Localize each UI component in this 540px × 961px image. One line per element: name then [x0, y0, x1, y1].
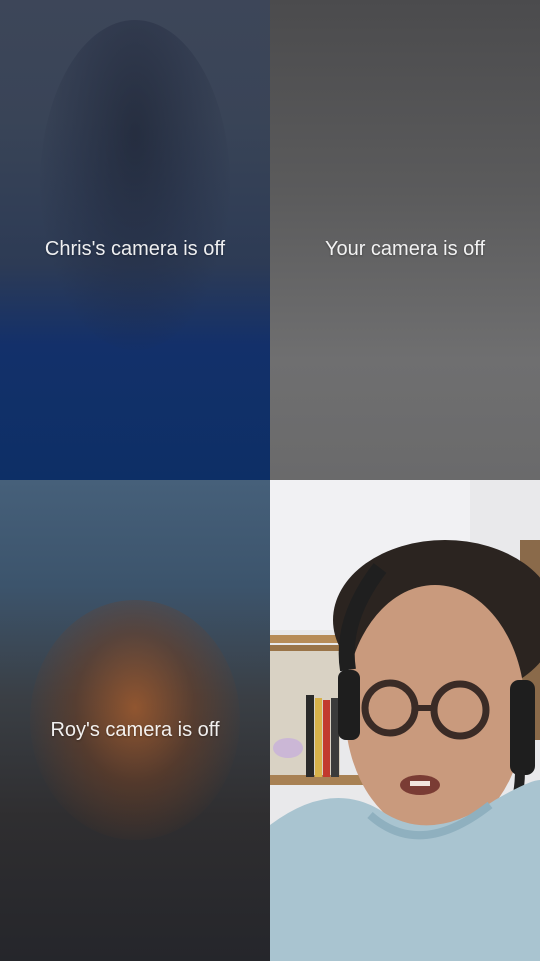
video-call-grid: Chris's camera is off Your camera is off… — [0, 0, 540, 961]
participant-tile-chris[interactable]: Chris's camera is off — [0, 0, 270, 480]
camera-off-label-chris: Chris's camera is off — [44, 238, 226, 260]
camera-off-label-roy: Roy's camera is off — [50, 719, 220, 741]
participant-tile-roy[interactable]: Roy's camera is off — [0, 480, 270, 961]
camera-off-label-self: Your camera is off — [324, 238, 486, 260]
blurred-background — [40, 20, 230, 350]
live-video-feed — [270, 480, 540, 961]
participant-tile-live-video[interactable] — [270, 480, 540, 961]
participant-tile-self[interactable]: Your camera is off — [270, 0, 540, 480]
